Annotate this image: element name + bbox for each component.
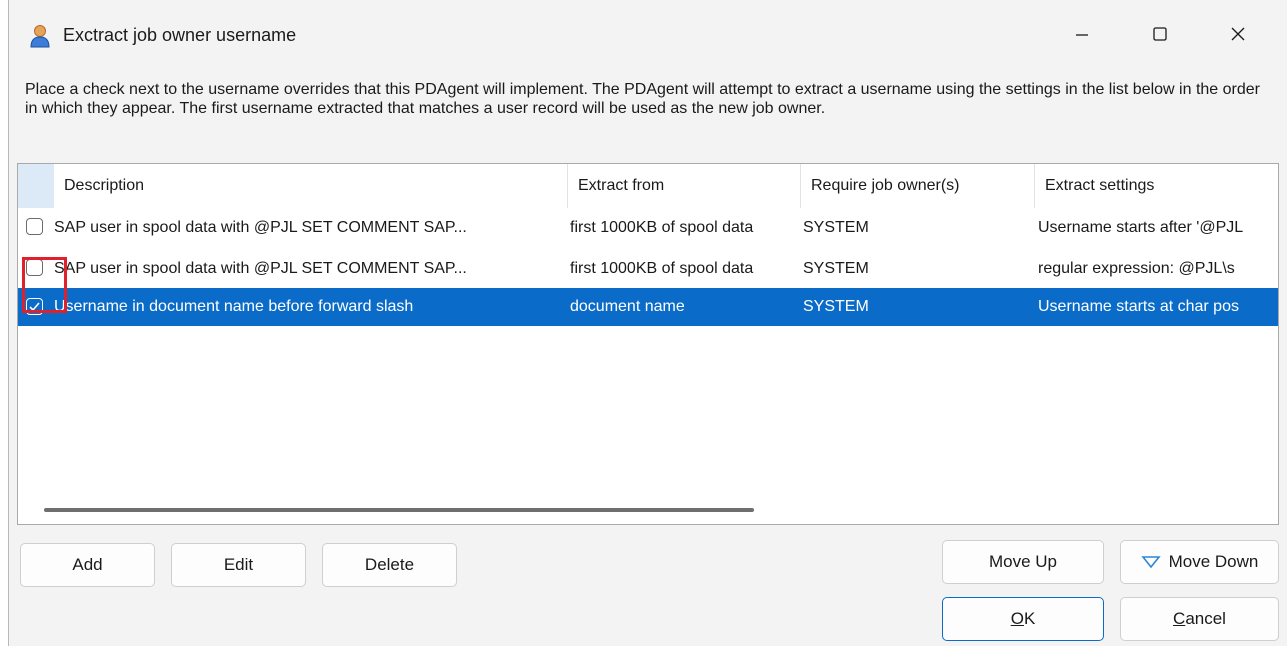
cell-extract-from: document name <box>570 298 685 315</box>
user-icon <box>30 25 50 48</box>
cell-description: SAP user in spool data with @PJL SET COM… <box>54 219 467 236</box>
list-header: Description Extract from Require job own… <box>18 164 1278 208</box>
move-down-label: Move Down <box>1168 552 1259 571</box>
add-button[interactable]: Add <box>20 543 155 587</box>
minimize-button[interactable] <box>1059 14 1105 54</box>
delete-button[interactable]: Delete <box>322 543 457 587</box>
triangle-down-icon <box>1140 556 1161 569</box>
cell-description: SAP user in spool data with @PJL SET COM… <box>54 260 467 277</box>
row-checkbox[interactable] <box>26 259 43 276</box>
cell-extract-from: first 1000KB of spool data <box>570 260 754 277</box>
maximize-icon <box>1153 27 1167 41</box>
ok-button[interactable]: OK <box>942 597 1104 641</box>
cancel-button[interactable]: Cancel <box>1120 597 1279 641</box>
table-row[interactable]: SAP user in spool data with @PJL SET COM… <box>18 252 1278 285</box>
overrides-list[interactable]: Description Extract from Require job own… <box>17 163 1279 525</box>
move-up-button[interactable]: Move Up <box>942 540 1104 584</box>
ok-label-rest: K <box>1023 609 1036 628</box>
header-check-column <box>18 164 54 208</box>
cell-extract-settings: Username starts at char pos <box>1038 298 1239 315</box>
cell-require-owner: SYSTEM <box>803 260 869 277</box>
window-title: Exctract job owner username <box>63 25 297 45</box>
column-header-description[interactable]: Description <box>54 164 568 208</box>
column-header-require-owner[interactable]: Require job owner(s) <box>801 164 1035 208</box>
close-button[interactable] <box>1215 14 1261 54</box>
close-icon <box>1231 27 1245 41</box>
row-checkbox-checked[interactable] <box>26 298 43 315</box>
cell-description: Username in document name before forward… <box>54 298 414 315</box>
table-row-selected[interactable]: Username in document name before forward… <box>18 288 1278 326</box>
edit-button[interactable]: Edit <box>171 543 306 587</box>
instructions-text: Place a check next to the username overr… <box>25 81 1260 117</box>
cancel-mnemonic: C <box>1173 609 1186 628</box>
cell-require-owner: SYSTEM <box>803 298 869 315</box>
maximize-button[interactable] <box>1137 14 1183 54</box>
title-bar[interactable]: Exctract job owner username <box>9 0 1287 68</box>
checkmark-icon <box>29 302 40 312</box>
row-checkbox[interactable] <box>26 218 43 235</box>
table-row[interactable]: SAP user in spool data with @PJL SET COM… <box>18 211 1278 244</box>
cell-require-owner: SYSTEM <box>803 219 869 236</box>
cell-extract-from: first 1000KB of spool data <box>570 219 754 236</box>
ok-mnemonic: O <box>1010 609 1024 628</box>
horizontal-scrollbar[interactable] <box>44 508 754 512</box>
column-header-extract-settings[interactable]: Extract settings <box>1035 164 1278 208</box>
column-header-extract-from[interactable]: Extract from <box>568 164 801 208</box>
move-down-button[interactable]: Move Down <box>1120 540 1279 584</box>
minimize-icon <box>1076 34 1088 36</box>
dialog-window: Exctract job owner username Place a chec… <box>8 0 1287 646</box>
cell-extract-settings: regular expression: @PJL\s <box>1038 260 1235 277</box>
cancel-label-rest: ancel <box>1185 609 1226 628</box>
cell-extract-settings: Username starts after '@PJL <box>1038 219 1244 236</box>
